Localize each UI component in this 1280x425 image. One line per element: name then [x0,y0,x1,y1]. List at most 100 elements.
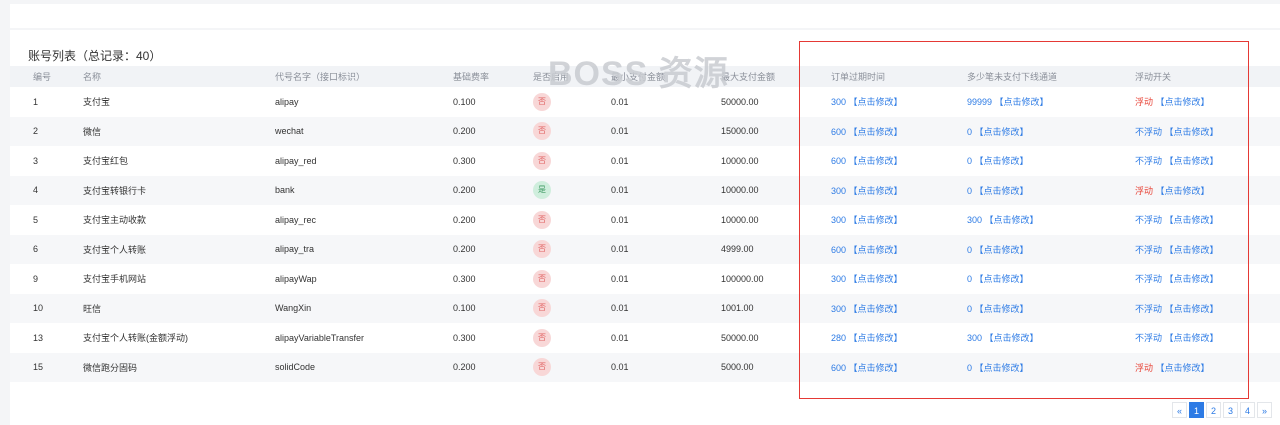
edit-float-link[interactable]: 【点击修改】 [1156,97,1210,107]
pagination-page-3[interactable]: 3 [1223,402,1238,418]
cell-name: 微信 [83,116,275,146]
float-status: 浮动 [1135,185,1154,196]
cell-float: 不浮动 【点击修改】 [1135,234,1280,264]
expire-value: 300 [831,303,847,314]
table-header: 编号 名称 代号名字（接口标识） 基础费率 是否启用 最小支付金额 最大支付金额… [10,66,1280,87]
edit-unpaid-link[interactable]: 【点击修改】 [975,156,1029,166]
cell-name: 支付宝红包 [83,156,129,167]
cell-min: 0.01 [611,96,629,107]
edit-float-link[interactable]: 【点击修改】 [1156,363,1210,373]
edit-unpaid-link[interactable]: 【点击修改】 [975,186,1029,196]
expire-value: 600 [831,156,847,167]
enabled-toggle-badge[interactable]: 否 [533,210,551,229]
cell-id: 4 [10,175,83,205]
edit-expire-link[interactable]: 【点击修改】 [849,186,903,196]
edit-unpaid-link[interactable]: 【点击修改】 [975,245,1029,255]
enabled-toggle-badge[interactable]: 否 [533,151,551,170]
cell-name: 微信跑分固码 [83,352,275,382]
cell-max: 50000.00 [721,96,759,107]
cell-code: WangXin [275,293,453,323]
unpaid-value: 300 [967,333,983,344]
edit-float-link[interactable]: 【点击修改】 [1165,304,1219,314]
cell-max: 10000.00 [721,175,831,205]
cell-code: solidCode [275,352,453,382]
edit-float-link[interactable]: 【点击修改】 [1165,333,1219,343]
edit-expire-link[interactable]: 【点击修改】 [849,363,903,373]
cell-id: 5 [33,214,39,225]
edit-unpaid-link[interactable]: 【点击修改】 [985,215,1039,225]
edit-unpaid-link[interactable]: 【点击修改】 [975,304,1029,314]
cell-max: 10000.00 [721,214,759,225]
edit-float-link[interactable]: 【点击修改】 [1165,245,1219,255]
cell-unpaid: 0 【点击修改】 [967,234,1135,264]
pagination-page-4[interactable]: 4 [1240,402,1255,418]
table-row: 4 支付宝转银行卡 bank 0.200 是 0.01 10000.00 300 【点击修改】… [10,175,1280,205]
edit-expire-link[interactable]: 【点击修改】 [849,333,903,343]
cell-float: 不浮动 【点击修改】 [1135,146,1280,176]
expire-value: 600 [831,244,847,255]
float-status: 不浮动 [1135,126,1163,137]
float-status: 浮动 [1135,97,1154,108]
cell-enabled: 否 [533,234,611,264]
enabled-toggle-badge[interactable]: 否 [533,122,551,141]
cell-enabled: 否 [533,205,611,235]
edit-unpaid-link[interactable]: 【点击修改】 [985,333,1039,343]
edit-unpaid-link[interactable]: 【点击修改】 [975,363,1029,373]
edit-float-link[interactable]: 【点击修改】 [1165,274,1219,284]
enabled-toggle-badge[interactable]: 是 [533,181,551,200]
cell-max: 10000.00 [721,155,759,166]
cell-name: 支付宝 [83,97,111,108]
edit-expire-link[interactable]: 【点击修改】 [849,97,903,107]
cell-unpaid: 99999 【点击修改】 [967,87,1135,117]
cell-expire: 600 【点击修改】 [831,234,967,264]
cell-rate: 0.100 [453,293,533,323]
edit-expire-link[interactable]: 【点击修改】 [849,245,903,255]
pagination-next[interactable]: » [1257,402,1272,418]
edit-expire-link[interactable]: 【点击修改】 [849,274,903,284]
col-header-max: 最大支付金额 [721,66,831,87]
table-row: 10 旺信 WangXin 0.100 否 0.01 1001.00 300 【点击修改】 0 … [10,293,1280,323]
expire-value: 300 [831,215,847,226]
edit-unpaid-link[interactable]: 【点击修改】 [975,127,1029,137]
cell-name: 旺信 [83,293,275,323]
cell-unpaid: 0 【点击修改】 [967,264,1135,294]
float-status: 不浮动 [1135,274,1163,285]
cell-rate: 0.300 [453,332,476,343]
edit-unpaid-link[interactable]: 【点击修改】 [975,274,1029,284]
cell-min: 0.01 [611,234,721,264]
edit-expire-link[interactable]: 【点击修改】 [849,304,903,314]
cell-name: 支付宝个人转账 [83,234,275,264]
edit-float-link[interactable]: 【点击修改】 [1165,156,1219,166]
cell-float: 浮动 【点击修改】 [1135,175,1280,205]
cell-rate: 0.200 [453,116,533,146]
edit-unpaid-link[interactable]: 【点击修改】 [995,97,1049,107]
edit-float-link[interactable]: 【点击修改】 [1156,186,1210,196]
enabled-toggle-badge[interactable]: 否 [533,92,551,111]
enabled-toggle-badge[interactable]: 否 [533,240,551,259]
expire-value: 280 [831,333,847,344]
cell-min: 0.01 [611,332,629,343]
cell-code: alipay_red [275,155,317,166]
float-status: 浮动 [1135,362,1154,373]
pagination-prev[interactable]: « [1172,402,1187,418]
col-header-min: 最小支付金额 [611,66,721,87]
enabled-toggle-badge[interactable]: 否 [533,358,551,377]
enabled-toggle-badge[interactable]: 否 [533,328,551,347]
unpaid-value: 0 [967,156,973,167]
edit-float-link[interactable]: 【点击修改】 [1165,127,1219,137]
pagination-page-1[interactable]: 1 [1189,402,1204,418]
pagination-page-2[interactable]: 2 [1206,402,1221,418]
edit-float-link[interactable]: 【点击修改】 [1165,215,1219,225]
cell-enabled: 否 [533,264,611,294]
edit-expire-link[interactable]: 【点击修改】 [849,215,903,225]
enabled-toggle-badge[interactable]: 否 [533,299,551,318]
cell-min: 0.01 [611,273,629,284]
cell-max: 100000.00 [721,273,764,284]
edit-expire-link[interactable]: 【点击修改】 [849,156,903,166]
cell-id: 10 [10,293,83,323]
table-row: 5 支付宝主动收款 alipay_rec 0.200 否 0.01 10000.00 300 … [10,205,1280,235]
cell-max: 15000.00 [721,116,831,146]
edit-expire-link[interactable]: 【点击修改】 [849,127,903,137]
enabled-toggle-badge[interactable]: 否 [533,269,551,288]
float-status: 不浮动 [1135,333,1163,344]
